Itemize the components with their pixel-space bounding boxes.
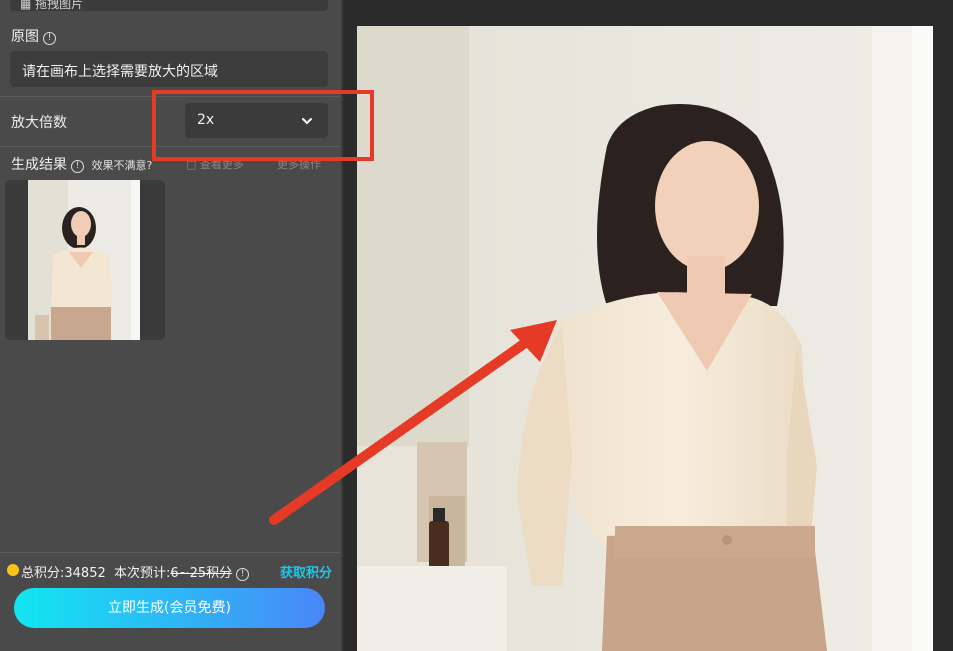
result-section-title: 生成结果! 效果不满意? <box>11 154 152 174</box>
get-points-link[interactable]: 获取积分 <box>280 562 332 581</box>
footer-divider <box>0 552 341 553</box>
canvas-image[interactable] <box>357 26 933 651</box>
info-icon[interactable]: ! <box>43 32 56 45</box>
result-thumbnail-image <box>28 180 140 340</box>
info-icon[interactable]: ! <box>236 568 250 581</box>
select-area-text: 请在画布上选择需要放大的区域 <box>22 64 218 80</box>
generate-button[interactable]: 立即生成(会员免费) <box>14 588 325 628</box>
original-section-title: 原图! <box>11 26 56 46</box>
coin-icon <box>7 564 19 576</box>
result-hint[interactable]: 效果不满意? <box>91 159 152 172</box>
result-thumbnail[interactable] <box>5 180 165 340</box>
result-label: 生成结果 <box>11 157 67 173</box>
upload-bar[interactable]: ▦ 拖拽图片 <box>10 0 328 11</box>
total-points: 总积分:34852 <box>21 566 106 581</box>
estimate-value: 6~25积分 <box>170 566 233 581</box>
info-icon[interactable]: ! <box>71 160 84 173</box>
upload-bar-label: ▦ 拖拽图片 <box>20 0 84 11</box>
estimate-label: 本次预计: <box>114 566 171 581</box>
select-area-field[interactable]: 请在画布上选择需要放大的区域 <box>10 51 328 87</box>
original-label: 原图 <box>11 29 39 45</box>
highlight-box <box>152 90 374 161</box>
points-summary: 总积分:34852 本次预计:6~25积分! <box>21 562 250 581</box>
photo-illustration <box>357 26 933 651</box>
scale-label: 放大倍数 <box>11 115 67 131</box>
